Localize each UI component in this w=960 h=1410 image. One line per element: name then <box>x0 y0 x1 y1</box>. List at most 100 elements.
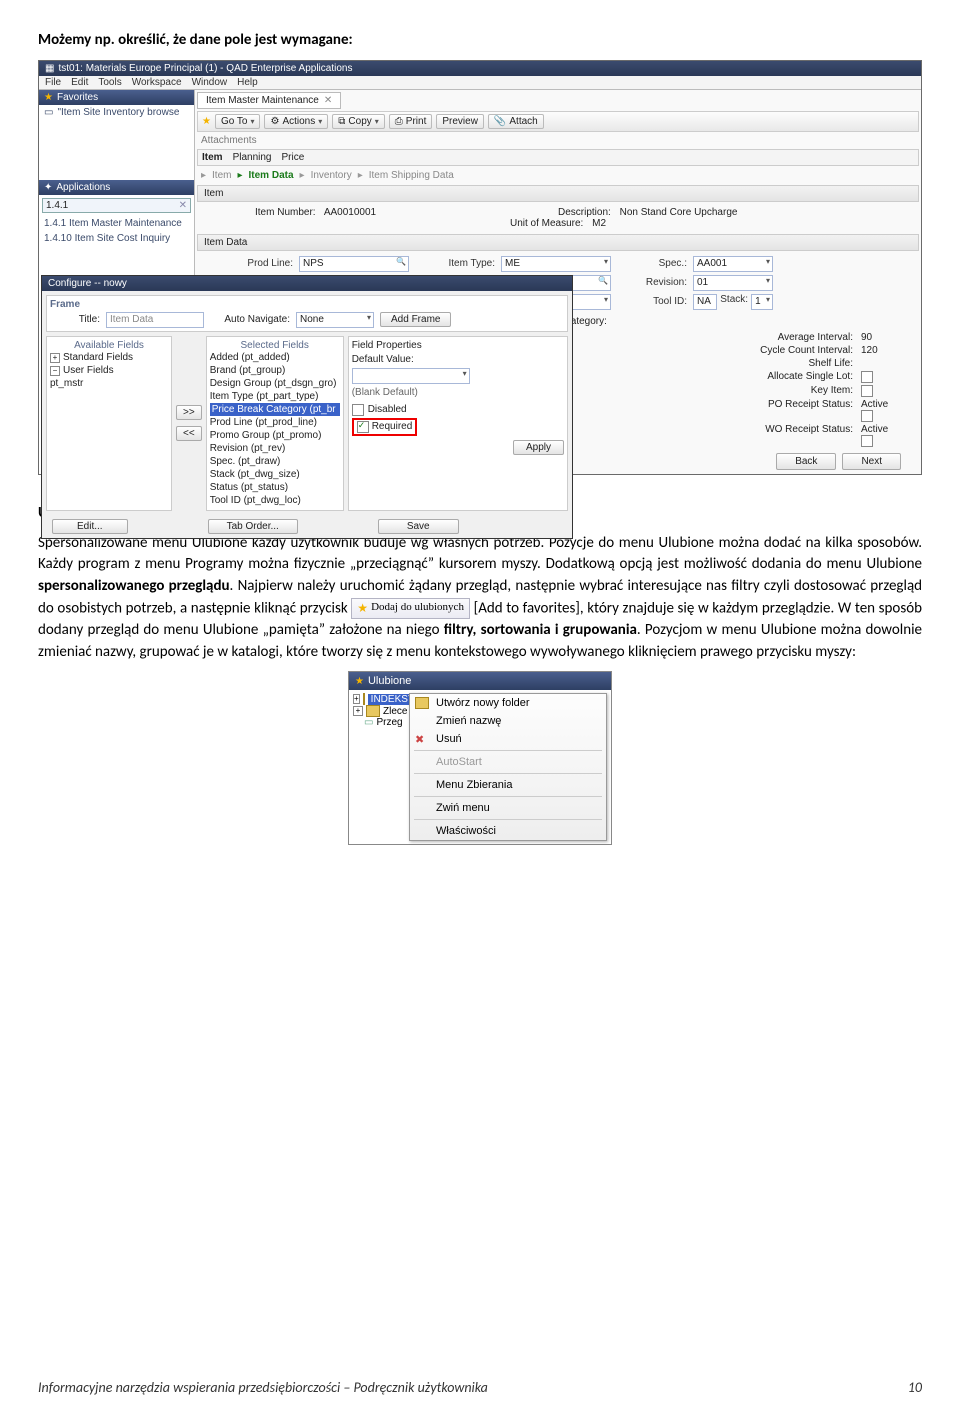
favorites-header[interactable]: ★Favorites <box>39 90 194 105</box>
alloc-checkbox[interactable] <box>861 371 873 383</box>
close-icon[interactable]: ✕ <box>324 95 332 106</box>
plus-icon[interactable]: + <box>353 694 360 704</box>
prodline-input[interactable]: NPS <box>299 256 409 272</box>
desc-label: Description: <box>558 207 611 218</box>
props-header: Field Properties <box>352 340 564 351</box>
edit-button[interactable]: Edit... <box>52 519 128 534</box>
tab-item-master[interactable]: Item Master Maintenance✕ <box>197 92 341 109</box>
toolid-label: Tool ID: <box>617 296 687 307</box>
app-item-master[interactable]: 1.4.1 Item Master Maintenance <box>39 216 194 231</box>
menu-collapse[interactable]: Zwiń menu <box>410 799 606 817</box>
bc-inventory[interactable]: Inventory <box>311 170 352 181</box>
defval-input[interactable] <box>352 368 470 384</box>
apply-button[interactable]: Apply <box>513 440 564 455</box>
separator <box>414 819 602 820</box>
item-summary: Item Number: AA0010001 Description: Non … <box>195 204 921 232</box>
copy-button[interactable]: ⧉Copy▾ <box>332 114 385 129</box>
uom-value: M2 <box>592 218 606 229</box>
tree-item[interactable]: ▭Przeg <box>353 717 409 728</box>
avgint-value: 90 <box>861 332 901 343</box>
selected-fields-panel: Selected Fields Added (pt_added)Brand (p… <box>206 336 344 511</box>
title-input[interactable]: Item Data <box>106 312 204 328</box>
menu-delete[interactable]: ✖Usuń <box>410 730 606 748</box>
save-button[interactable]: Save <box>378 519 459 534</box>
move-left-button[interactable]: << <box>176 426 202 441</box>
menu-tools[interactable]: Tools <box>98 77 121 88</box>
star-icon: ★ <box>44 92 53 103</box>
subtabs: Item Planning Price <box>197 149 919 166</box>
add-frame-button[interactable]: Add Frame <box>380 312 451 327</box>
stack-label: Stack: <box>720 294 748 310</box>
revision-input[interactable]: 01 <box>693 275 773 291</box>
context-menu: Utwórz nowy folder Zmień nazwę ✖Usuń Aut… <box>409 693 607 841</box>
attach-button[interactable]: 📎Attach <box>488 114 544 129</box>
available-fields-panel: Available Fields +Standard Fields−User F… <box>46 336 172 511</box>
move-right-button[interactable]: >> <box>176 405 202 420</box>
plus-icon[interactable]: + <box>353 706 363 716</box>
tree-column: +INDEKSY +Zlece ▭Przeg <box>353 693 409 841</box>
tree-item[interactable]: +Zlece <box>353 705 409 717</box>
frame-heading: Frame <box>50 299 564 310</box>
separator <box>414 796 602 797</box>
back-button[interactable]: Back <box>776 453 836 470</box>
menu-properties[interactable]: Właściwości <box>410 822 606 840</box>
arrow-icon: ▸ <box>358 170 363 181</box>
print-button[interactable]: ⎙Print <box>389 114 433 129</box>
dialog-title: Configure -- nowy <box>42 276 572 291</box>
menu-workspace[interactable]: Workspace <box>132 77 182 88</box>
add-to-favorites-button[interactable]: ★Dodaj do ulubionych <box>351 598 470 619</box>
required-checkbox[interactable] <box>357 421 369 433</box>
menu-collection[interactable]: Menu Zbierania <box>410 776 606 794</box>
goto-button[interactable]: Go To▾ <box>215 114 261 129</box>
spec-input[interactable]: AA001 <box>693 256 773 272</box>
sidebar-item-browse[interactable]: ▭"Item Site Inventory browse <box>39 105 194 120</box>
menu-autostart: AutoStart <box>410 753 606 771</box>
autonav-select[interactable]: None <box>296 312 374 328</box>
menu-rename[interactable]: Zmień nazwę <box>410 712 606 730</box>
disabled-checkbox[interactable] <box>352 404 364 416</box>
menubar: File Edit Tools Workspace Window Help <box>39 76 921 90</box>
next-button[interactable]: Next <box>842 453 901 470</box>
key-checkbox[interactable] <box>861 385 873 397</box>
tab-item[interactable]: Item <box>202 152 223 163</box>
breadcrumb-tabs: ▸Item ▸Item Data ▸Inventory ▸Item Shippi… <box>195 168 921 183</box>
revision-label: Revision: <box>617 277 687 288</box>
prodline-label: Prod Line: <box>203 258 293 269</box>
star-icon: ★ <box>202 116 211 127</box>
tab-planning[interactable]: Planning <box>233 152 272 163</box>
tree-item[interactable]: +INDEKSY <box>353 693 409 705</box>
wo-checkbox[interactable] <box>861 435 873 447</box>
frame-panel: Frame Title: Item Data Auto Navigate: No… <box>46 295 568 332</box>
menu-help[interactable]: Help <box>237 77 258 88</box>
app-search[interactable]: 1.4.1✕ <box>42 198 191 213</box>
intro-text: Możemy np. określić, że dane pole jest w… <box>38 30 922 52</box>
stack-input[interactable]: 1 <box>751 294 773 310</box>
itemtype-label: Item Type: <box>415 258 495 269</box>
menu-edit[interactable]: Edit <box>71 77 88 88</box>
item-data-header: Item Data <box>197 234 919 251</box>
separator <box>414 773 602 774</box>
bc-item[interactable]: Item <box>212 170 231 181</box>
po-checkbox[interactable] <box>861 410 873 422</box>
itemnum-label: Item Number: <box>255 207 316 218</box>
bc-item-data[interactable]: Item Data <box>249 170 294 181</box>
applications-header[interactable]: ✦Applications <box>39 180 194 195</box>
dialog-footer: Edit... Tab Order... Save <box>42 515 572 538</box>
tab-price[interactable]: Price <box>281 152 304 163</box>
menu-file[interactable]: File <box>45 77 61 88</box>
footer-text: Informacyjne narzędzia wspierania przeds… <box>38 1379 488 1396</box>
sel-list[interactable]: Added (pt_added)Brand (pt_group)Design G… <box>210 351 340 507</box>
avail-list[interactable]: +Standard Fields−User Fields pt_mstr <box>50 351 168 390</box>
field-props-panel: Field Properties Default Value: (Blank D… <box>348 336 568 511</box>
menu-new-folder[interactable]: Utwórz nowy folder <box>410 694 606 712</box>
tab-order-button[interactable]: Tab Order... <box>208 519 298 534</box>
preview-button[interactable]: Preview <box>436 114 484 129</box>
toolid-input[interactable]: NA <box>693 294 717 310</box>
folder-icon <box>415 697 429 711</box>
app-item-site-cost[interactable]: 1.4.10 Item Site Cost Inquiry <box>39 231 194 246</box>
arrow-icon: ▸ <box>300 170 305 181</box>
itemtype-input[interactable]: ME <box>501 256 611 272</box>
menu-window[interactable]: Window <box>192 77 228 88</box>
actions-button[interactable]: ⚙Actions▾ <box>264 114 328 129</box>
bc-shipping[interactable]: Item Shipping Data <box>369 170 454 181</box>
